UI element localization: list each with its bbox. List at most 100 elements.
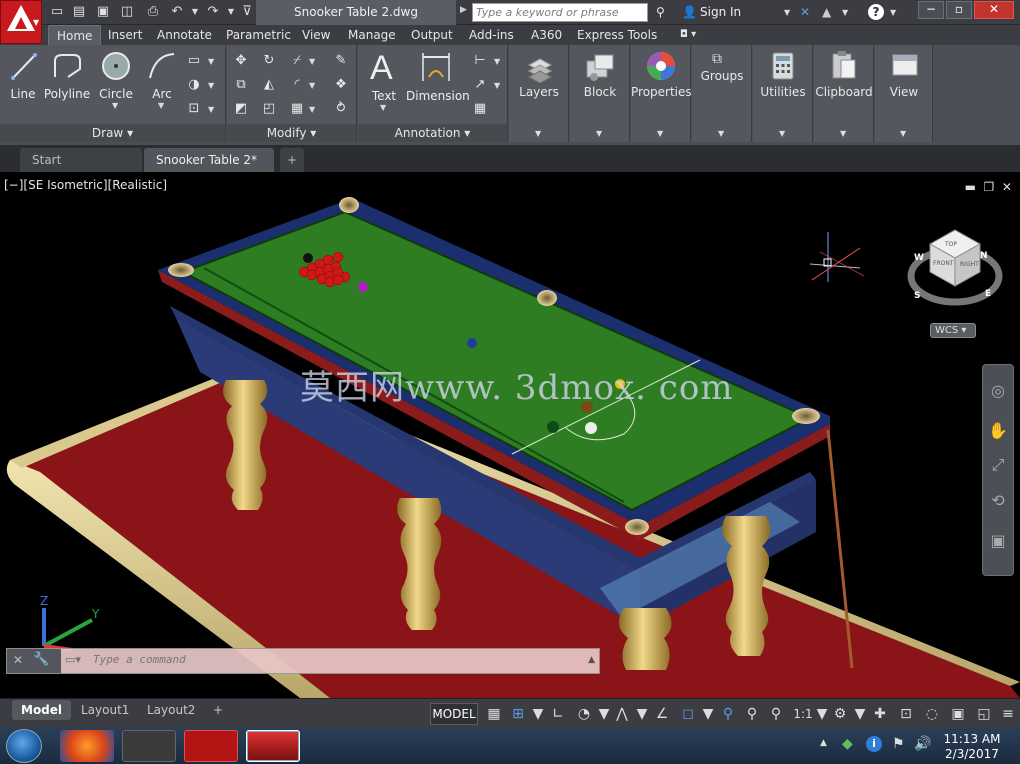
- autocad-taskbar-icon[interactable]: [246, 730, 300, 762]
- modify-panel-title[interactable]: Modify ▾: [227, 124, 356, 142]
- command-input[interactable]: Type a command: [93, 653, 186, 666]
- tab-insert[interactable]: Insert: [100, 25, 150, 45]
- exchange-apps-icon[interactable]: ✕: [800, 5, 810, 19]
- rectangle-icon[interactable]: ▭: [186, 53, 202, 69]
- hatch-icon[interactable]: ◑: [186, 77, 202, 93]
- customization-icon[interactable]: ≡: [998, 704, 1018, 724]
- new-file-icon[interactable]: ▭: [48, 3, 66, 21]
- qat-customize-icon[interactable]: ⊽: [238, 3, 256, 21]
- dimension-button[interactable]: Dimension: [406, 49, 470, 109]
- tab-express-tools[interactable]: Express Tools: [569, 25, 665, 45]
- open-file-icon[interactable]: ▤: [70, 3, 88, 21]
- tab-model[interactable]: Model: [12, 700, 72, 720]
- linear-dim-icon[interactable]: ⊢: [472, 53, 488, 69]
- text-button[interactable]: A Text ▼: [362, 49, 406, 112]
- properties-panel[interactable]: Properties ▼: [631, 45, 692, 142]
- save-icon[interactable]: ▣: [94, 3, 112, 21]
- tab-layout2[interactable]: Layout2: [138, 700, 204, 720]
- tray-expand-icon[interactable]: ▲: [820, 738, 827, 748]
- ribbon-minimize-icon[interactable]: ◘ ▾: [672, 25, 704, 45]
- new-tab-button[interactable]: +: [280, 148, 304, 172]
- cmdline-settings-icon[interactable]: 🔧: [33, 652, 49, 667]
- table-icon[interactable]: ▦: [472, 101, 488, 117]
- cmdline-prompt-icon[interactable]: ▭▾: [65, 653, 81, 666]
- search-expand-icon[interactable]: ▶: [460, 5, 467, 15]
- apps-dropdown-icon[interactable]: ▼: [842, 8, 848, 17]
- workspace-gear-icon[interactable]: ⚙: [830, 704, 850, 724]
- tab-add-ins[interactable]: Add-ins: [461, 25, 522, 45]
- block-panel[interactable]: Block ▼: [570, 45, 630, 142]
- system-clock[interactable]: 11:13 AM 2/3/2017: [930, 732, 1014, 762]
- model-space-button[interactable]: MODEL: [430, 703, 478, 725]
- polyline-button[interactable]: Polyline: [42, 49, 92, 105]
- minimize-button[interactable]: −: [918, 1, 944, 19]
- print-icon[interactable]: ⎙: [144, 3, 162, 21]
- array-icon[interactable]: ▦: [289, 101, 305, 117]
- save-as-icon[interactable]: ◫: [118, 3, 136, 21]
- explode-icon[interactable]: ❖: [333, 77, 349, 93]
- cmdline-history-icon[interactable]: ▲: [588, 655, 595, 665]
- rotate-icon[interactable]: ↻: [261, 53, 277, 69]
- 3dsmax-icon[interactable]: [122, 730, 176, 762]
- info-tray-icon[interactable]: i: [866, 736, 882, 752]
- utilities-panel[interactable]: Utilities ▼: [753, 45, 813, 142]
- orbit-icon[interactable]: ⟲: [983, 491, 1013, 510]
- draw-panel-title[interactable]: Draw ▾: [0, 124, 225, 142]
- copy-icon[interactable]: ⧉: [233, 77, 249, 93]
- stretch-icon[interactable]: ◩: [233, 101, 249, 117]
- search-input[interactable]: Type a keyword or phrase: [472, 3, 648, 22]
- isodraft-icon[interactable]: ⋀: [612, 704, 632, 724]
- circle-button[interactable]: Circle ▼: [94, 49, 138, 110]
- windows-start-icon[interactable]: [6, 729, 42, 763]
- network-tray-icon[interactable]: ◆: [842, 736, 853, 752]
- close-button[interactable]: ✕: [974, 1, 1014, 19]
- add-layout-icon[interactable]: +: [204, 700, 232, 720]
- adobe-reader-icon[interactable]: [184, 730, 238, 762]
- annotation-visibility-icon[interactable]: ⚲: [718, 704, 738, 724]
- polar-icon[interactable]: ◔: [574, 704, 594, 724]
- tab-output[interactable]: Output: [403, 25, 461, 45]
- trim-icon[interactable]: ⌿: [289, 53, 305, 69]
- cmdline-close-icon[interactable]: ✕: [13, 653, 23, 667]
- tab-manage[interactable]: Manage: [340, 25, 404, 45]
- viewcube[interactable]: TOP FRONT RIGHT N W S E: [907, 229, 1003, 306]
- move-icon[interactable]: ✥: [233, 53, 249, 69]
- viewport-window-controls[interactable]: ▬ ❐ ✕: [965, 180, 1012, 194]
- application-menu-button[interactable]: ▼: [0, 0, 42, 44]
- action-center-icon[interactable]: ⚑: [892, 736, 905, 752]
- tab-layout1[interactable]: Layout1: [72, 700, 138, 720]
- wcs-menu[interactable]: WCS ▾: [930, 323, 976, 338]
- ortho-icon[interactable]: ∟: [548, 704, 568, 724]
- maximize-button[interactable]: ▫: [946, 1, 972, 19]
- hardware-accel-icon[interactable]: ▣: [948, 704, 968, 724]
- redo-icon[interactable]: ↷: [204, 3, 222, 21]
- layers-panel[interactable]: Layers ▼: [509, 45, 569, 142]
- scale-icon[interactable]: ◰: [261, 101, 277, 117]
- line-button[interactable]: Line: [4, 49, 42, 105]
- offset-icon[interactable]: ⥁: [333, 101, 349, 117]
- help-dropdown-icon[interactable]: ▼: [890, 8, 896, 17]
- tab-annotate[interactable]: Annotate: [149, 25, 220, 45]
- drawing-viewport[interactable]: TOP FRONT RIGHT N W S E Z Y [−][SE Isome…: [0, 172, 1020, 698]
- a360-icon[interactable]: ▲: [822, 5, 831, 19]
- undo-icon[interactable]: ↶: [168, 3, 186, 21]
- clean-screen-icon[interactable]: ◱: [974, 704, 994, 724]
- units-icon[interactable]: ⊡: [896, 704, 916, 724]
- auto-scale-icon[interactable]: ⚲: [742, 704, 762, 724]
- firefox-icon[interactable]: [60, 730, 114, 762]
- leader-icon[interactable]: ↗: [472, 77, 488, 93]
- view-panel[interactable]: View ▼: [875, 45, 933, 142]
- sign-in-dropdown-icon[interactable]: ▼: [784, 8, 790, 17]
- undo-dropdown-icon[interactable]: ▼: [186, 3, 204, 21]
- tab-a360[interactable]: A360: [523, 25, 570, 45]
- tab-view[interactable]: View: [294, 25, 338, 45]
- snap-icon[interactable]: ⊞: [508, 704, 528, 724]
- tab-home[interactable]: Home: [48, 25, 102, 45]
- isolate-objects-icon[interactable]: ◌: [922, 704, 942, 724]
- volume-icon[interactable]: 🔊: [914, 736, 931, 752]
- pan-icon[interactable]: ✋: [983, 421, 1013, 440]
- steering-wheel-icon[interactable]: ◎: [983, 381, 1013, 400]
- groups-panel[interactable]: ⧉ Groups ▼: [692, 45, 752, 142]
- object-snap-icon[interactable]: ◻: [678, 704, 698, 724]
- annotation-panel-title[interactable]: Annotation ▾: [358, 124, 507, 142]
